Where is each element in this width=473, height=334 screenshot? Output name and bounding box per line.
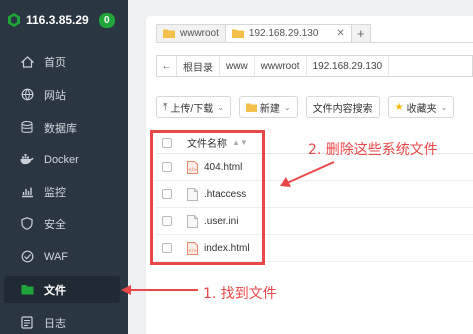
- arrow-to-system-files: [280, 161, 335, 187]
- tab-label: wwwroot: [180, 28, 219, 39]
- upload-download-button[interactable]: ⤒ 上传/下载 ⌄: [156, 96, 231, 118]
- sidebar-item-database[interactable]: 数据库: [0, 114, 128, 141]
- folder-icon: [20, 283, 34, 297]
- arrow-to-files: [121, 285, 198, 295]
- tab-label: 192.168.29.130: [248, 28, 319, 39]
- sidebar-item-label: 首页: [44, 56, 66, 69]
- waf-icon: [20, 250, 34, 264]
- sidebar-item-label: Docker: [44, 153, 79, 166]
- server-logo-icon: [8, 13, 20, 27]
- sidebar-item-label: WAF: [44, 250, 69, 263]
- highlight-box: [150, 130, 265, 265]
- sidebar: 116.3.85.29 0 首页 网站 数据库 Docker 监控 安全 WAF…: [0, 0, 128, 334]
- breadcrumb-root[interactable]: 根目录: [177, 56, 220, 76]
- shield-icon: [20, 217, 34, 231]
- annotation-find-file: 1. 找到文件: [203, 286, 277, 302]
- database-icon: [20, 121, 34, 135]
- button-label: 上传/下载: [170, 103, 214, 115]
- toolbar: ⤒ 上传/下载 ⌄ 新建 ⌄ 文件内容搜索 ★ 收藏夹 ⌄: [156, 96, 462, 118]
- folder-icon: [245, 103, 257, 112]
- upload-icon: ⤒: [163, 101, 168, 113]
- button-label: 收藏夹: [406, 103, 437, 115]
- plus-icon: +: [357, 26, 365, 41]
- sidebar-item-label: 文件: [44, 284, 66, 297]
- close-icon[interactable]: ✕: [336, 28, 344, 39]
- log-icon: [20, 316, 34, 330]
- docker-icon: [20, 153, 34, 167]
- globe-icon: [20, 88, 34, 102]
- tab-current-folder[interactable]: 192.168.29.130 ✕: [224, 24, 352, 43]
- home-icon: [20, 55, 34, 69]
- monitor-icon: [20, 185, 34, 199]
- sidebar-item-website[interactable]: 网站: [0, 81, 128, 108]
- tab-bar: wwwroot 192.168.29.130 ✕ +: [156, 24, 371, 43]
- breadcrumb-www[interactable]: www: [220, 56, 255, 76]
- sidebar-item-waf[interactable]: WAF: [0, 243, 128, 270]
- chevron-down-icon: ⌄: [283, 102, 291, 112]
- sidebar-item-label: 数据库: [44, 122, 77, 135]
- sidebar-item-security[interactable]: 安全: [0, 210, 128, 237]
- new-button[interactable]: 新建 ⌄: [238, 96, 298, 118]
- file-content-search-button[interactable]: 文件内容搜索: [305, 96, 380, 118]
- button-label: 文件内容搜索: [312, 103, 373, 115]
- chevron-down-icon: ⌄: [217, 102, 224, 112]
- sidebar-item-monitor[interactable]: 监控: [0, 178, 128, 205]
- sidebar-item-label: 网站: [44, 89, 66, 102]
- tab-divider: [156, 42, 473, 43]
- star-icon: ★: [394, 101, 404, 113]
- address-bar: ← 根目录 www wwwroot 192.168.29.130: [156, 55, 473, 77]
- screen: 116.3.85.29 0 首页 网站 数据库 Docker 监控 安全 WAF…: [0, 0, 473, 334]
- sidebar-item-logs[interactable]: 日志: [0, 309, 128, 334]
- sidebar-item-label: 日志: [44, 317, 66, 330]
- sidebar-item-label: 安全: [44, 218, 66, 231]
- sidebar-item-files[interactable]: 文件: [4, 276, 120, 303]
- tab-wwwroot[interactable]: wwwroot: [156, 24, 226, 43]
- server-header: 116.3.85.29 0: [8, 11, 115, 29]
- server-ip: 116.3.85.29: [26, 13, 89, 27]
- back-arrow-icon[interactable]: ←: [157, 56, 177, 76]
- folder-icon: [163, 29, 175, 38]
- notification-badge[interactable]: 0: [98, 12, 115, 28]
- favorites-button[interactable]: ★ 收藏夹 ⌄: [387, 96, 455, 118]
- breadcrumb-current[interactable]: 192.168.29.130: [307, 56, 390, 76]
- chevron-down-icon: ⌄: [440, 102, 448, 112]
- button-label: 新建: [259, 103, 280, 115]
- sidebar-item-home[interactable]: 首页: [0, 48, 128, 75]
- breadcrumb-wwwroot[interactable]: wwwroot: [255, 56, 307, 76]
- sidebar-item-docker[interactable]: Docker: [0, 146, 128, 173]
- add-tab-button[interactable]: +: [350, 24, 371, 43]
- sidebar-item-label: 监控: [44, 186, 66, 199]
- annotation-delete-files: 2. 删除这些系统文件: [308, 142, 438, 158]
- folder-icon: [231, 29, 244, 38]
